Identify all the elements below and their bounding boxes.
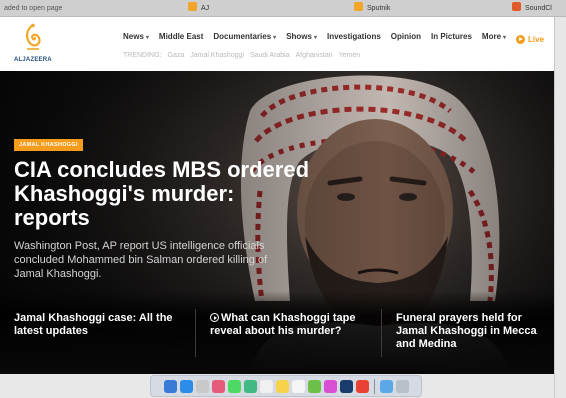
photoshop-icon[interactable] [339,379,353,393]
folder-icon[interactable] [379,379,393,393]
related-story[interactable]: What can Khashoggi tape reveal about his… [196,309,382,357]
tab-label: aded to open page [4,5,63,12]
trending-link[interactable]: Jamal Khashoggi [190,52,244,59]
trending-link[interactable]: Yemen [339,52,361,59]
trending-link[interactable]: Saudi Arabia [250,52,290,59]
nav-item-more[interactable]: More ▾ [482,32,506,46]
tab-label: SoundCl [525,5,552,12]
chevron-down-icon: ▾ [313,35,317,41]
related-story[interactable]: Funeral prayers held for Jamal Khashoggi… [382,309,554,357]
nav-label: More [481,32,502,41]
itunes-icon[interactable] [323,379,337,393]
tab-label: AJ [201,5,210,12]
trending-label: TRENDING: [123,52,162,59]
nav-item-in-pictures[interactable]: In Pictures [431,32,472,46]
chevron-down-icon: ▾ [273,35,277,41]
sputnik-favicon-icon [354,2,363,11]
macos-dock [150,375,422,397]
finder-icon[interactable] [163,379,177,393]
nav-label: Investigations [326,32,381,41]
page-edge [554,17,566,398]
tab-label: Sputnik [367,5,391,12]
related-story[interactable]: Jamal Khashoggi case: All the latest upd… [0,309,196,357]
browser-tab[interactable]: AJ [188,0,308,17]
related-story-title: Funeral prayers held for Jamal Khashoggi… [396,312,537,350]
nav-item-documentaries[interactable]: Documentaries ▾ [213,32,276,46]
chevron-down-icon: ▾ [145,35,149,41]
nav-item-middle-east[interactable]: Middle East [159,32,203,46]
main-nav: News ▾ Middle East Documentaries ▾ Shows ▾ … [123,32,544,46]
aljazeera-logo[interactable]: ALJAZEERA [14,23,52,69]
trash-icon[interactable] [395,379,409,393]
launchpad-icon[interactable] [195,379,209,393]
nav-label: Middle East [158,32,204,41]
nav-label: In Pictures [431,32,472,41]
browser-tab[interactable]: aded to open page [4,0,154,17]
chrome-icon[interactable] [355,379,369,393]
related-story-title: What can Khashoggi tape reveal about his… [210,312,356,337]
live-play-icon [516,34,526,44]
browser-tab-strip: aded to open page AJ Sputnik SoundCl [0,0,566,17]
browser-tab[interactable]: SoundCl [512,0,566,17]
nav-item-news[interactable]: News ▾ [123,32,149,46]
chevron-down-icon: ▾ [503,35,507,41]
play-circle-icon [210,313,219,322]
aljazeera-favicon-icon [188,2,197,11]
nav-item-shows[interactable]: Shows ▾ [286,32,317,46]
hero-summary: Washington Post, AP report US intelligen… [14,240,268,280]
browser-tab[interactable]: Sputnik [354,0,474,17]
dock-separator [373,378,375,394]
related-stories: Jamal Khashoggi case: All the latest upd… [0,309,554,369]
site-header: ALJAZEERA News ▾ Middle East Documentarie… [0,17,554,71]
nav-item-opinion[interactable]: Opinion [391,32,421,46]
live-label: Live [528,34,545,44]
trending-bar: TRENDING: Gaza Jamal Khashoggi Saudi Ara… [123,52,360,59]
related-story-title: Jamal Khashoggi case: All the latest upd… [14,312,173,337]
calendar-icon[interactable] [259,379,273,393]
facetime-icon[interactable] [243,379,257,393]
nav-label: News [123,32,144,41]
hero-headline[interactable]: CIA concludes MBS ordered Khashoggi's mu… [14,158,314,230]
live-button[interactable]: Live [516,32,544,46]
nav-item-investigations[interactable]: Investigations [327,32,381,46]
nav-label: Opinion [390,32,421,41]
aljazeera-logo-icon [25,23,41,50]
reminders-icon[interactable] [291,379,305,393]
nav-label: Shows [286,32,312,41]
trending-link[interactable]: Gaza [168,52,185,59]
story-tag[interactable]: JAMAL KHASHOGGI [14,139,83,151]
screen: aded to open page AJ Sputnik SoundCl ALJ… [0,0,566,398]
maps-icon[interactable] [307,379,321,393]
trending-link[interactable]: Afghanistan [296,52,333,59]
notes-icon[interactable] [275,379,289,393]
nav-label: Documentaries [213,32,272,41]
soundcloud-favicon-icon [512,2,521,11]
safari-icon[interactable] [179,379,193,393]
hero-story[interactable]: JAMAL KHASHOGGI CIA concludes MBS ordere… [0,71,554,374]
logo-text: ALJAZEERA [14,57,52,63]
photos-icon[interactable] [211,379,225,393]
messages-icon[interactable] [227,379,241,393]
